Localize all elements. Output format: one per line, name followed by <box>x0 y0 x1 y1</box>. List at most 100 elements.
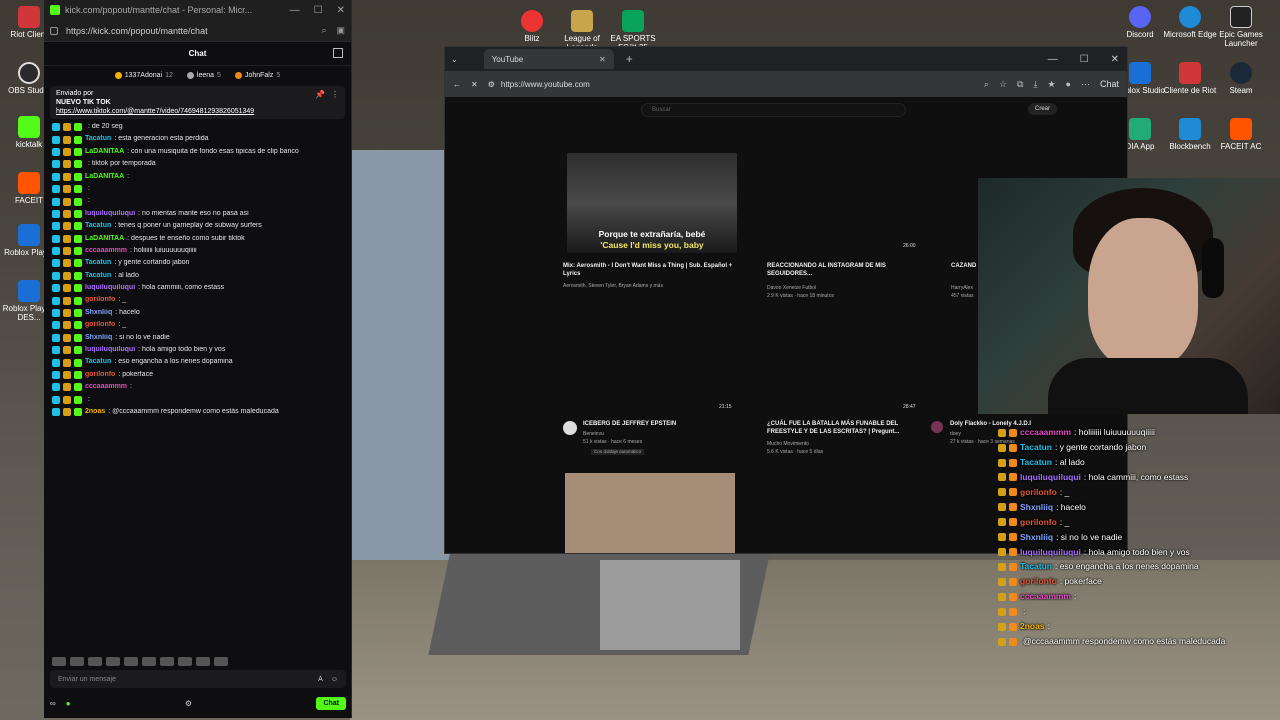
search-icon[interactable]: ⌕ <box>984 79 989 90</box>
chat-message[interactable]: : de 20 seg <box>52 123 343 132</box>
tab-youtube[interactable]: YouTube ✕ <box>483 49 614 69</box>
video-channel[interactable]: HarryAlex <box>951 285 973 292</box>
chat-message[interactable]: Tacatun: esta generacion esta perdida <box>52 135 343 144</box>
chat-message[interactable]: Tacatun: al lado <box>52 272 343 280</box>
chat-message[interactable]: gorilonfo: _ <box>52 296 343 305</box>
maximize-icon[interactable]: ☐ <box>1080 54 1089 65</box>
gifter-item[interactable]: 1337Adonai 12 <box>114 71 173 79</box>
video-channel[interactable]: Davoo Xeneize Futbol <box>767 285 816 292</box>
emote-icon[interactable] <box>88 657 102 666</box>
chat-username[interactable]: luquiluquiluqui <box>85 284 135 292</box>
stop-loading-icon[interactable]: ✕ <box>471 80 478 89</box>
more-options-icon[interactable]: ⋮ <box>331 90 339 99</box>
gifter-item[interactable]: leena 5 <box>186 71 221 79</box>
video-title[interactable]: REACCIONANDO AL INSTAGRAM DE MIS SEGUIDO… <box>767 263 927 279</box>
popout-settings-icon[interactable] <box>333 48 343 58</box>
youtube-search-input[interactable]: Buscar <box>641 103 906 117</box>
url-field[interactable]: ⚙ https://www.youtube.com <box>488 80 974 89</box>
desktop-icon-steam[interactable]: Steam <box>1212 62 1270 96</box>
channel-avatar[interactable] <box>931 421 943 433</box>
channel-avatar[interactable] <box>563 421 577 435</box>
close-tab-icon[interactable]: ✕ <box>599 55 606 64</box>
chat-username[interactable]: Tacatun <box>85 135 111 143</box>
chat-message[interactable]: 2noas: @cccaaammm respondemw como estás … <box>52 408 343 417</box>
kick-coin-icon[interactable]: ● <box>66 699 71 708</box>
chat-username[interactable]: cccaaammm <box>85 247 127 255</box>
chat-username[interactable]: cccaaammm <box>85 383 127 391</box>
translate-icon[interactable]: A <box>318 676 323 683</box>
desktop-icon-faceit-ac[interactable]: FACEIT AC <box>1212 118 1270 152</box>
emote-icon[interactable] <box>160 657 174 666</box>
extensions-icon[interactable]: ⧉ <box>1017 79 1023 90</box>
chat-message[interactable]: : <box>52 197 343 206</box>
desktop-icon-edge[interactable]: Microsoft Edge <box>1161 6 1219 40</box>
app-icon[interactable]: ▣ <box>336 25 345 36</box>
chat-message[interactable]: : <box>52 396 343 404</box>
video-thumbnail[interactable] <box>565 473 735 553</box>
link-icon[interactable]: ∞ <box>50 699 56 708</box>
chat-username[interactable]: gorilonfo <box>85 296 115 304</box>
site-info-icon[interactable]: ⚙ <box>488 80 495 89</box>
chat-message[interactable]: luquiluquiluqui: hola cammiii, como esta… <box>52 284 343 293</box>
chat-username[interactable]: LaDANITAA <box>85 235 124 243</box>
chat-address-bar[interactable]: https://kick.com/popout/mantte/chat ⌕ ▣ <box>44 20 351 42</box>
video-channel[interactable]: Aerosmith, Steven Tyler, Bryan Adams y m… <box>563 283 663 290</box>
desktop-icon-blockbench[interactable]: Blockbench <box>1161 118 1219 152</box>
chat-username[interactable]: gorilonfo <box>85 321 115 329</box>
chat-username[interactable]: luquiluquiluqui <box>85 346 135 354</box>
maximize-icon[interactable]: ☐ <box>314 5 323 16</box>
minimize-icon[interactable]: — <box>1048 54 1058 65</box>
video-channel[interactable]: Beneinvu <box>583 431 604 438</box>
favorite-star-icon[interactable]: ☆ <box>999 79 1007 90</box>
downloads-icon[interactable]: ⤓ <box>1033 79 1037 90</box>
copilot-chat-button[interactable]: Chat <box>1100 79 1119 90</box>
chat-username[interactable]: luquiluquiluqui <box>85 210 135 218</box>
video-channel[interactable]: Mucho Movimiento <box>767 441 809 448</box>
chat-message[interactable]: luquiluquiluqui: hola amigo todo bien y … <box>52 346 343 355</box>
video-title[interactable]: CAZAND <box>951 263 976 271</box>
emote-icon[interactable] <box>124 657 138 666</box>
close-icon[interactable]: ✕ <box>1111 54 1119 65</box>
send-chat-button[interactable]: Chat <box>316 696 346 710</box>
chat-message[interactable]: LaDANITAA: despues te enseño como subir … <box>52 235 343 243</box>
chat-username[interactable]: gorilonfo <box>85 371 115 379</box>
favorites-icon[interactable]: ★ <box>1047 79 1055 90</box>
gifter-item[interactable]: JohnFalz 5 <box>234 71 280 79</box>
chat-message[interactable]: : <box>52 185 343 194</box>
more-menu-icon[interactable]: ⋯ <box>1081 79 1090 90</box>
zoom-icon[interactable]: ⌕ <box>321 25 326 36</box>
chat-message[interactable]: Tacatun: y gente cortando jabon <box>52 259 343 268</box>
chat-window-titlebar[interactable]: kick.com/popout/mantte/chat - Personal: … <box>44 0 351 20</box>
emote-icon[interactable] <box>178 657 192 666</box>
chat-username[interactable]: Tacatun <box>85 358 111 366</box>
emote-icon[interactable] <box>196 657 210 666</box>
emote-icon[interactable] <box>106 657 120 666</box>
emote-icon[interactable] <box>70 657 84 666</box>
chat-message[interactable]: Tacatun: eso engancha a los nenes dopami… <box>52 358 343 367</box>
video-title[interactable]: Mix: Aerosmith - I Don't Want Miss a Thi… <box>563 263 743 279</box>
chat-username[interactable]: Tacatun <box>85 259 111 267</box>
chat-message[interactable]: Shxnliiq: hacelo <box>52 309 343 318</box>
chat-username[interactable]: Tacatun <box>85 222 111 230</box>
chat-username[interactable]: Tacatun <box>85 272 111 280</box>
desktop-icon-epic[interactable]: Epic Games Launcher <box>1212 6 1270 49</box>
chat-message[interactable]: gorilonfo: pokerface <box>52 371 343 379</box>
chat-username[interactable]: Shxnliiq <box>85 334 112 342</box>
emote-strip[interactable] <box>52 657 228 666</box>
chat-message[interactable]: gorilonfo: _ <box>52 321 343 330</box>
desktop-icon-cliente-riot[interactable]: Cliente de Riot <box>1161 62 1219 96</box>
close-icon[interactable]: ✕ <box>337 5 345 16</box>
chat-username[interactable]: LaDANITAA <box>85 173 124 181</box>
pinned-link[interactable]: https://www.tiktok.com/@mantte7/video/74… <box>56 108 339 115</box>
new-tab-icon[interactable]: + <box>626 52 633 66</box>
chat-username[interactable]: 2noas <box>85 408 105 416</box>
back-icon[interactable]: ← <box>453 80 461 89</box>
profile-avatar-icon[interactable]: ● <box>1066 79 1071 90</box>
video-channel[interactable]: doey <box>950 431 961 438</box>
emote-icon[interactable] <box>142 657 156 666</box>
emote-icon[interactable] <box>52 657 66 666</box>
chat-message[interactable]: Tacatun: tenes q poner un gameplay de su… <box>52 222 343 231</box>
chat-username[interactable]: Shxnliiq <box>85 309 112 317</box>
chat-message[interactable]: cccaaammm: <box>52 383 343 392</box>
pin-icon[interactable]: 📌 <box>315 90 325 99</box>
